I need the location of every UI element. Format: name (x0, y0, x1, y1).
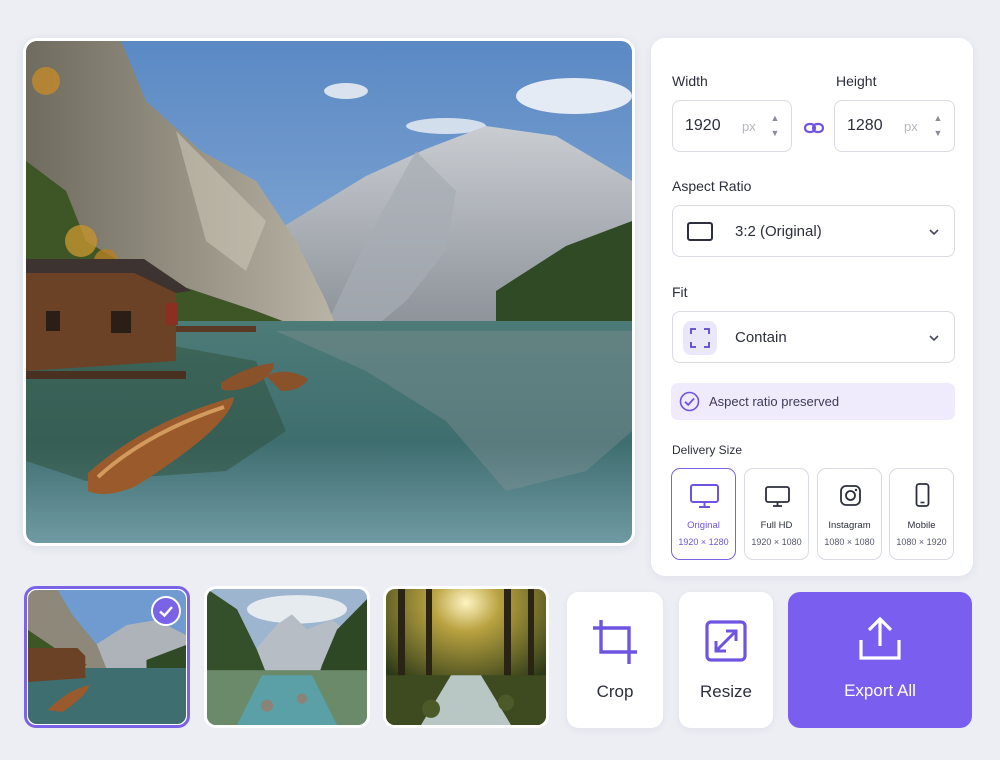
width-label: Width (672, 73, 708, 89)
width-stepper[interactable]: ▲ ▼ (769, 111, 781, 141)
chevron-down-icon[interactable]: ▼ (769, 126, 781, 141)
delivery-name: Mobile (907, 520, 936, 531)
delivery-dims: 1920 × 1280 (678, 537, 729, 547)
delivery-option-full-hd[interactable]: Full HD 1920 × 1080 (744, 468, 809, 560)
instagram-icon (840, 485, 861, 506)
crop-icon (593, 620, 637, 664)
delivery-size-label: Delivery Size (672, 443, 743, 457)
check-circle-icon (679, 391, 700, 412)
delivery-dims: 1920 × 1080 (751, 537, 802, 547)
settings-panel: Width Height 1920 px ▲ ▼ 1280 px ▲ ▼ Asp… (651, 38, 973, 576)
width-unit: px (742, 119, 756, 134)
thumbnail-forest[interactable] (383, 586, 549, 728)
upload-icon (859, 616, 901, 660)
chevron-down-icon (929, 335, 939, 342)
aspect-ratio-label: Aspect Ratio (672, 178, 752, 194)
aspect-status-banner: Aspect ratio preserved (671, 383, 955, 420)
chevron-down-icon (929, 229, 939, 236)
fit-value: Contain (735, 329, 787, 346)
height-unit: px (904, 119, 918, 134)
aspect-ratio-select[interactable]: 3:2 (Original) (672, 205, 955, 257)
chevron-down-icon[interactable]: ▼ (932, 126, 944, 141)
delivery-option-instagram[interactable]: Instagram 1080 × 1080 (817, 468, 882, 560)
fit-select[interactable]: Contain (672, 311, 955, 363)
thumbnail-image (386, 589, 546, 725)
export-all-button[interactable]: Export All (788, 592, 972, 728)
chevron-up-icon[interactable]: ▲ (932, 111, 944, 126)
width-field[interactable]: 1920 px ▲ ▼ (672, 100, 792, 152)
delivery-option-mobile[interactable]: Mobile 1080 × 1920 (889, 468, 954, 560)
check-icon (159, 606, 173, 618)
selected-badge (151, 596, 181, 626)
link-icon[interactable] (803, 118, 825, 138)
delivery-option-original[interactable]: Original 1920 × 1280 (671, 468, 736, 560)
preview-image (26, 41, 632, 543)
delivery-name: Instagram (828, 520, 871, 531)
height-value[interactable]: 1280 (847, 117, 883, 135)
height-field[interactable]: 1280 px ▲ ▼ (834, 100, 955, 152)
phone-icon (915, 483, 930, 507)
delivery-name: Full HD (760, 520, 793, 531)
chevron-up-icon[interactable]: ▲ (769, 111, 781, 126)
thumbnail-image (207, 589, 367, 725)
export-all-label: Export All (844, 681, 916, 700)
delivery-dims: 1080 × 1080 (824, 537, 875, 547)
resize-button[interactable]: Resize (679, 592, 773, 728)
crop-button[interactable]: Crop (567, 592, 663, 728)
aspect-ratio-value: 3:2 (Original) (735, 223, 822, 240)
fit-label: Fit (672, 284, 688, 300)
thumbnail-valley[interactable] (204, 586, 370, 728)
height-label: Height (836, 73, 877, 89)
thumbnail-lake[interactable] (24, 586, 190, 728)
height-stepper[interactable]: ▲ ▼ (932, 111, 944, 141)
crop-label: Crop (596, 682, 634, 701)
image-preview (23, 38, 635, 546)
delivery-name: Original (687, 520, 720, 531)
resize-label: Resize (700, 682, 752, 701)
delivery-dims: 1080 × 1920 (896, 537, 947, 547)
aspect-ratio-icon (687, 222, 713, 241)
width-value[interactable]: 1920 (685, 117, 721, 135)
aspect-status-text: Aspect ratio preserved (709, 394, 840, 409)
monitor-icon (765, 486, 790, 507)
monitor-icon (690, 484, 719, 508)
fit-contain-icon (683, 321, 717, 355)
resize-icon (705, 620, 747, 662)
